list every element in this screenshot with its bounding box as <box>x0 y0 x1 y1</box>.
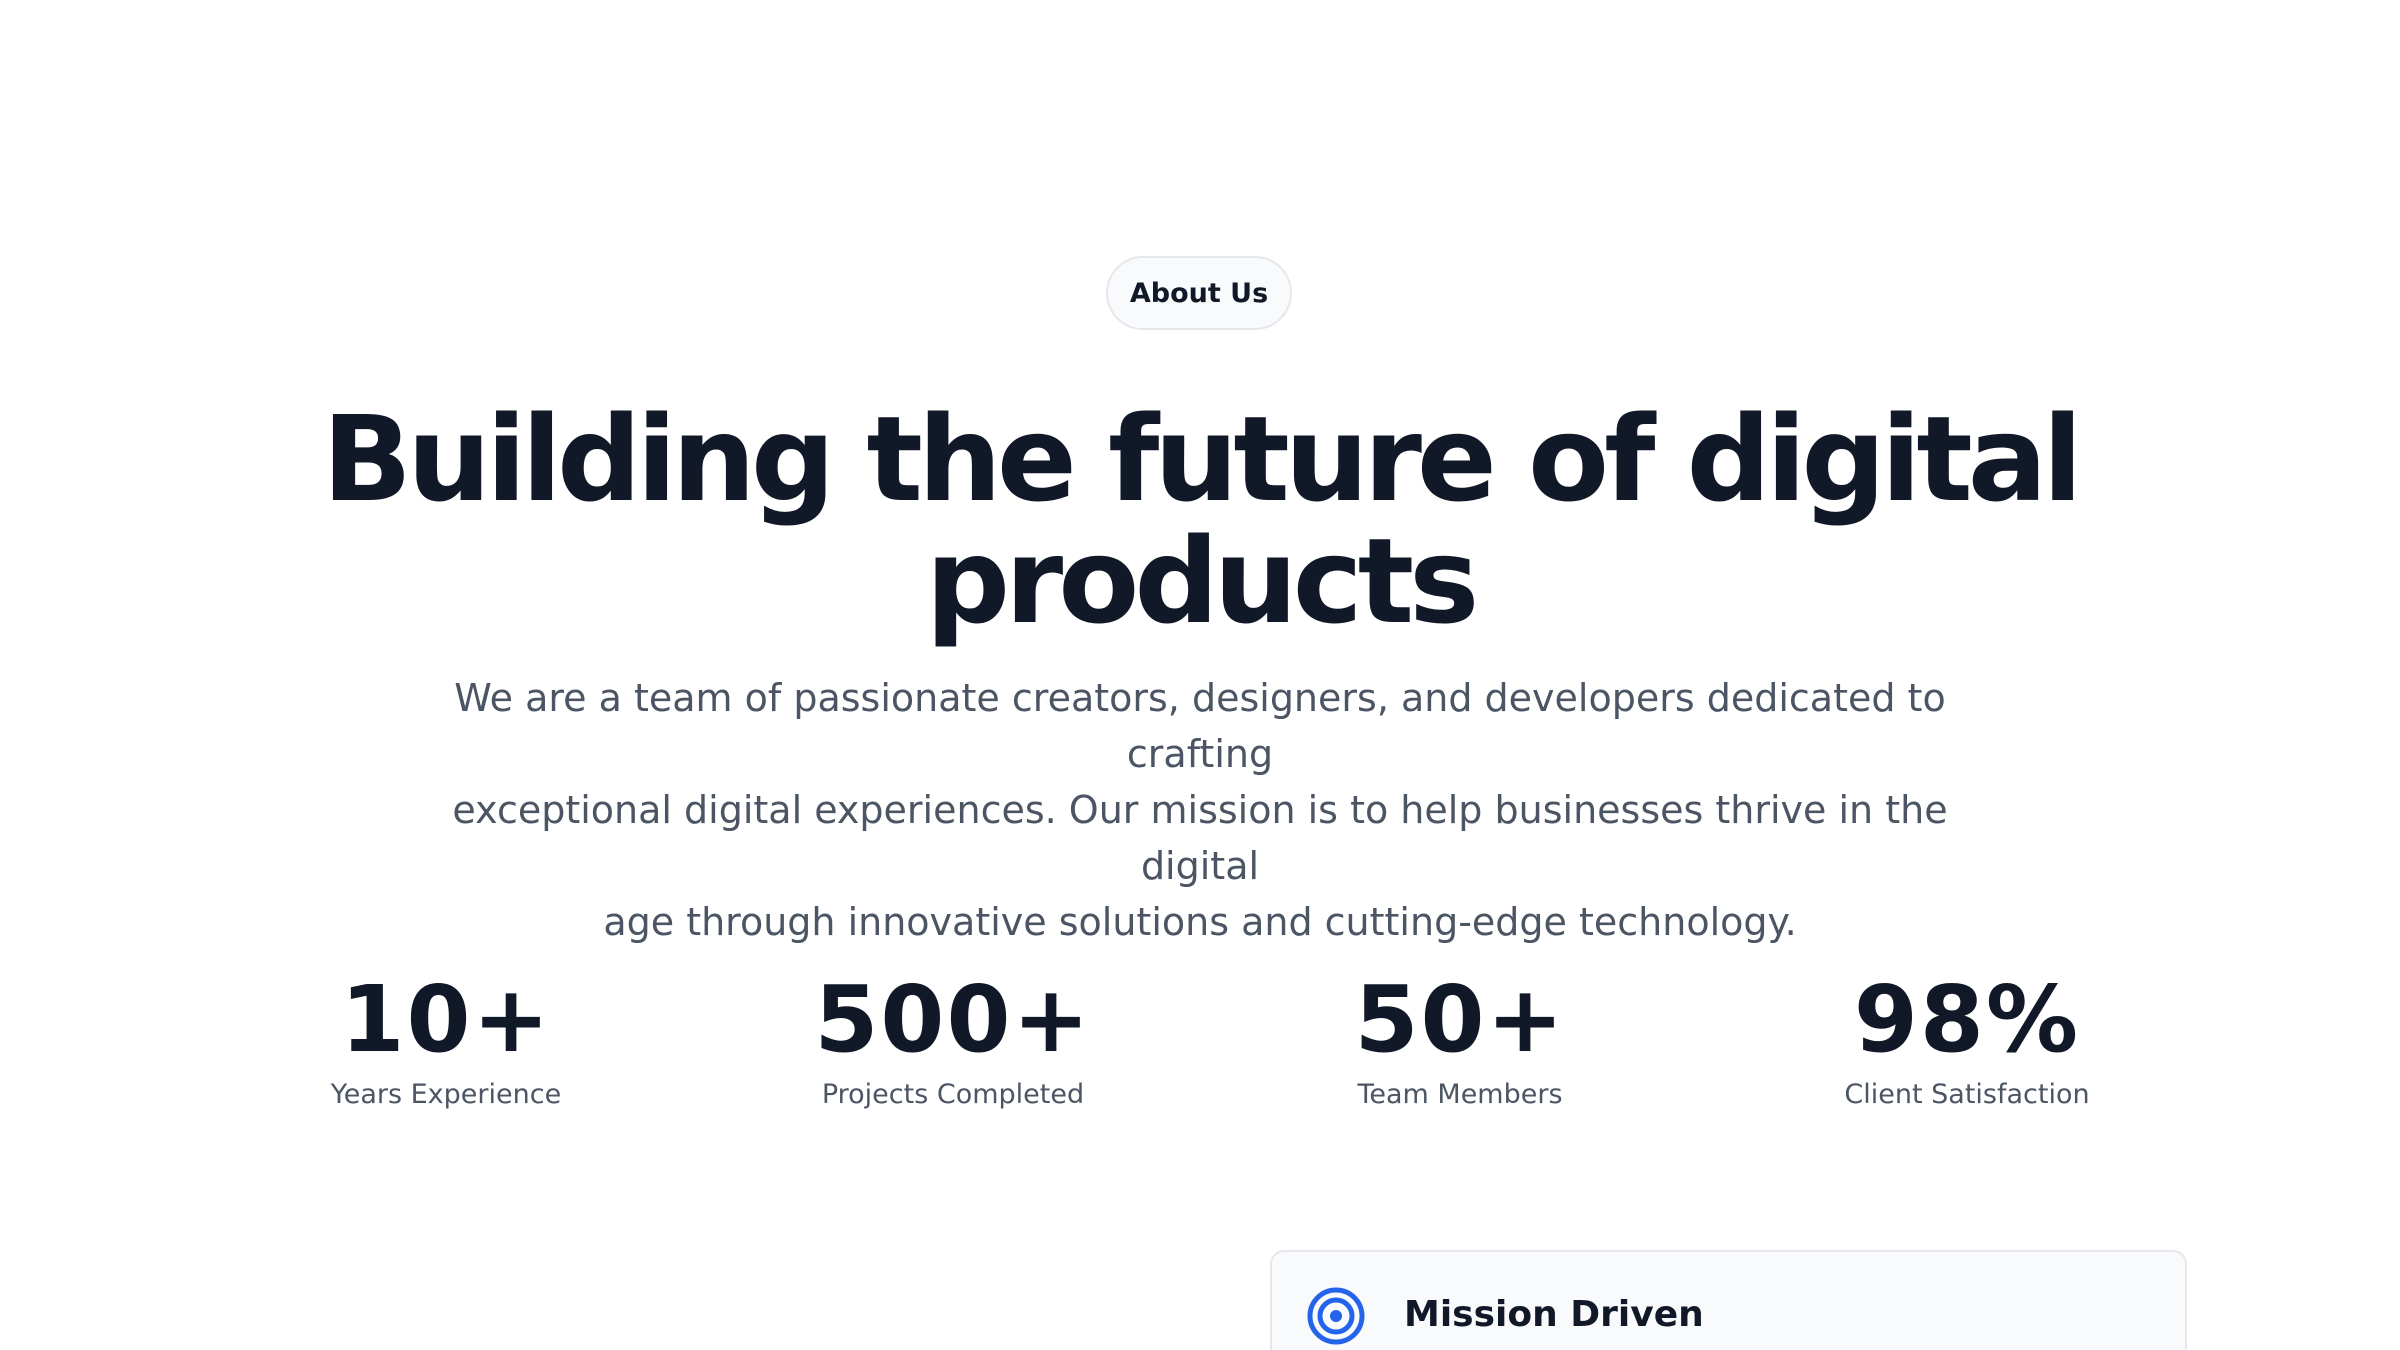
about-us-badge: About Us <box>1106 256 1292 330</box>
hero-headline: Building the future of digital products <box>200 398 2200 642</box>
stat-value: 500+ <box>814 966 1092 1073</box>
about-us-badge-label: About Us <box>1129 277 1269 309</box>
stat-projects-completed: 500+ Projects Completed <box>743 965 1163 1115</box>
stat-label: Team Members <box>1357 1079 1563 1110</box>
stat-value: 98% <box>1853 966 2081 1073</box>
stat-label: Years Experience <box>330 1079 562 1110</box>
stat-years-experience: 10+ Years Experience <box>236 965 656 1115</box>
hero-headline-line-2: products <box>925 512 1480 650</box>
stat-label: Projects Completed <box>821 1079 1085 1110</box>
stat-team-members: 50+ Team Members <box>1250 965 1670 1115</box>
hero-headline-line-1: Building the future of digital <box>322 390 2083 528</box>
feature-card-mission-driven: Mission Driven <box>1270 1250 2187 1350</box>
hero-description: We are a team of passionate creators, de… <box>400 670 2000 950</box>
hero-description-line-2: exceptional digital experiences. Our mis… <box>452 788 1948 888</box>
about-page: About Us Building the future of digital … <box>0 0 2400 1350</box>
hero-description-line-1: We are a team of passionate creators, de… <box>454 676 1946 776</box>
target-icon <box>1306 1286 1366 1346</box>
hero-description-line-3: age through innovative solutions and cut… <box>603 900 1797 944</box>
feature-title: Mission Driven <box>1404 1294 1704 1335</box>
target-icon-svg <box>1307 1287 1365 1345</box>
stat-label: Client Satisfaction <box>1844 1079 2090 1110</box>
stat-value: 10+ <box>340 966 552 1073</box>
stat-value: 50+ <box>1354 966 1566 1073</box>
stats-row: 10+ Years Experience 500+ Projects Compl… <box>0 965 2400 1125</box>
stat-client-satisfaction: 98% Client Satisfaction <box>1757 965 2177 1115</box>
